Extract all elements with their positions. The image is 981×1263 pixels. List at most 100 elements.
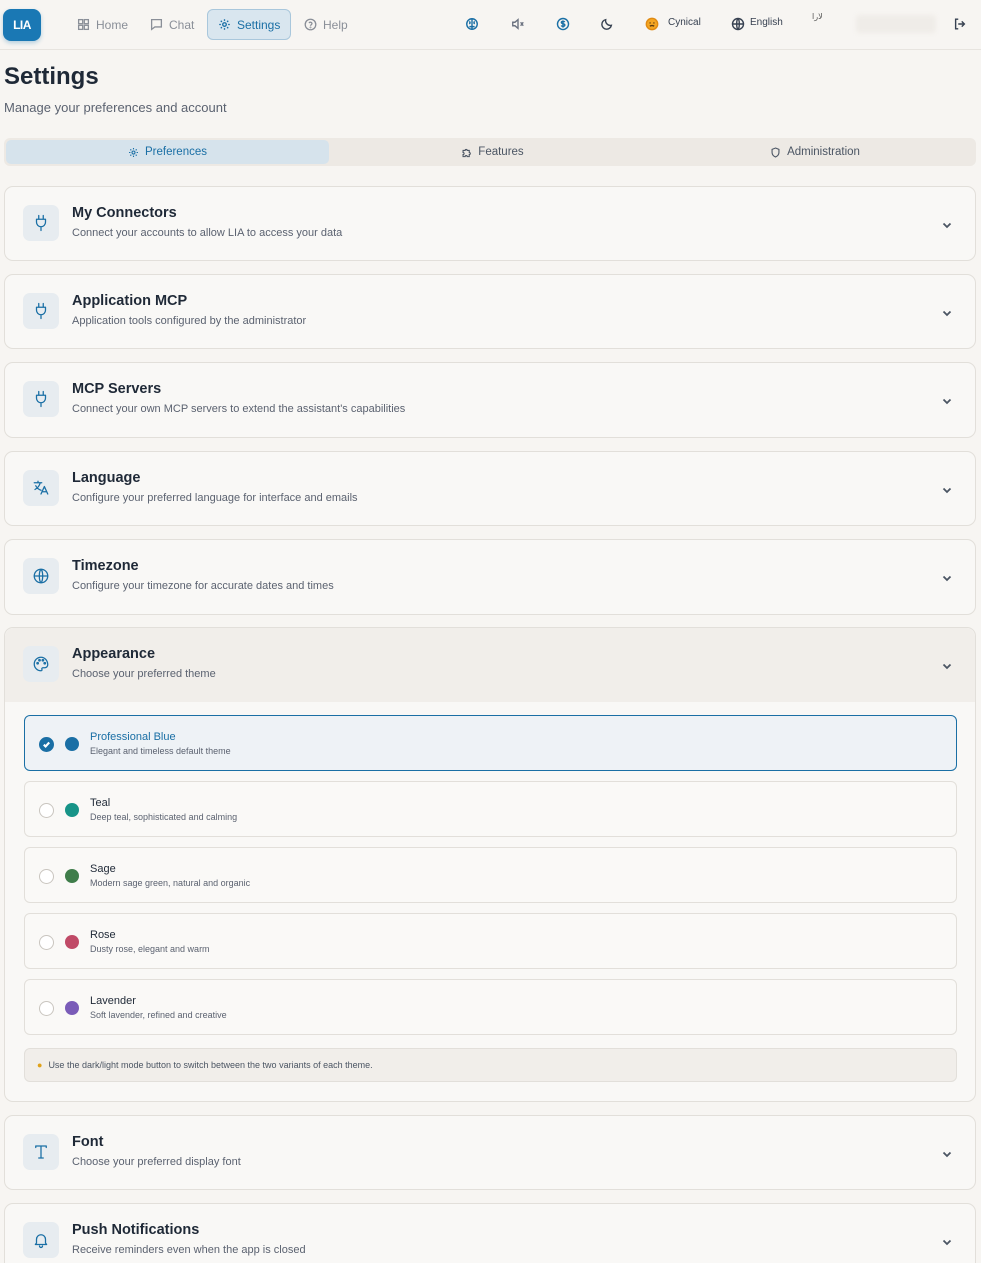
tab-administration-label: Administration: [787, 146, 860, 158]
section-timezone-header[interactable]: Timezone Configure your timezone for acc…: [5, 540, 975, 614]
section-mcp-servers-header[interactable]: MCP Servers Connect your own MCP servers…: [5, 363, 975, 437]
theme-option-teal[interactable]: Teal Deep teal, sophisticated and calmin…: [24, 781, 957, 837]
theme-name: Lavender: [90, 995, 136, 1007]
section-language: Language Configure your preferred langua…: [4, 451, 976, 526]
app-logo[interactable]: LIA: [3, 9, 41, 41]
section-description: Connect your accounts to allow LIA to ac…: [72, 227, 343, 239]
section-push-notifications-header[interactable]: Push Notifications Receive reminders eve…: [5, 1204, 975, 1263]
grid-icon: [77, 18, 90, 31]
check-icon: [43, 741, 50, 749]
color-swatch: [65, 869, 79, 883]
theme-option-rose[interactable]: Rose Dusty rose, elegant and warm: [24, 913, 957, 969]
nav-help-label: Help: [323, 17, 348, 32]
section-title: Appearance: [72, 646, 156, 662]
help-circle-icon: [304, 18, 317, 31]
chevron-down-icon: [941, 218, 953, 230]
radio-unchecked[interactable]: [39, 869, 54, 884]
theme-description: Modern sage green, natural and organic: [90, 878, 251, 888]
chevron-down-icon: [941, 1147, 953, 1159]
language-label[interactable]: English: [750, 17, 783, 28]
theme-option-lavender[interactable]: Lavender Soft lavender, refined and crea…: [24, 979, 957, 1035]
tab-features-label: Features: [478, 146, 524, 158]
brain-icon: [466, 18, 478, 30]
appearance-tip-text: Use the dark/light mode button to switch…: [48, 1060, 373, 1070]
nav-help[interactable]: Help: [294, 9, 358, 40]
radio-unchecked[interactable]: [39, 935, 54, 950]
nav-settings[interactable]: Settings: [207, 9, 292, 40]
section-title: Font: [72, 1134, 104, 1150]
chevron-up-icon: [941, 659, 953, 671]
radio-unchecked[interactable]: [39, 803, 54, 818]
section-description: Configure your timezone for accurate dat…: [72, 580, 334, 592]
appearance-tip: ● Use the dark/light mode button to swit…: [24, 1048, 957, 1082]
tab-administration[interactable]: Administration: [656, 140, 974, 164]
theme-name: Professional Blue: [90, 731, 176, 743]
personality-label[interactable]: Cynical: [668, 17, 701, 28]
chevron-down-icon: [941, 306, 953, 318]
language-selector[interactable]: [730, 16, 746, 32]
tab-features[interactable]: Features: [331, 140, 654, 164]
section-mcp-servers: MCP Servers Connect your own MCP servers…: [4, 362, 976, 438]
nav-chat[interactable]: Chat: [140, 9, 204, 40]
type-icon: [23, 1134, 59, 1170]
volume-mute-icon: [512, 18, 524, 30]
section-title: My Connectors: [72, 205, 177, 221]
theme-name: Rose: [90, 929, 116, 941]
section-appearance: Appearance Choose your preferred theme P…: [4, 627, 976, 1102]
top-bar: LIA Home Chat Settings Help Cynical Engl…: [0, 0, 981, 50]
section-my-connectors-header[interactable]: My Connectors Connect your accounts to a…: [5, 187, 975, 261]
plug-icon: [23, 205, 59, 241]
tab-preferences[interactable]: Preferences: [6, 140, 329, 164]
logout-icon: [954, 18, 966, 30]
chevron-down-icon: [941, 571, 953, 583]
color-swatch: [65, 803, 79, 817]
section-description: Connect your own MCP servers to extend t…: [72, 403, 406, 415]
theme-description: Elegant and timeless default theme: [90, 746, 231, 756]
section-font: Font Choose your preferred display font: [4, 1115, 976, 1190]
section-description: Choose your preferred theme: [72, 668, 216, 680]
nav-settings-label: Settings: [237, 17, 281, 32]
section-my-connectors: My Connectors Connect your accounts to a…: [4, 186, 976, 261]
chevron-down-icon: [941, 394, 953, 406]
theme-description: Soft lavender, refined and creative: [90, 1010, 227, 1020]
page-title: Settings: [4, 63, 99, 90]
translate-icon: [23, 470, 59, 506]
theme-option-sage[interactable]: Sage Modern sage green, natural and orga…: [24, 847, 957, 903]
logout-button[interactable]: [952, 16, 968, 32]
mute-toggle[interactable]: [510, 16, 526, 32]
theme-description: Dusty rose, elegant and warm: [90, 944, 210, 954]
shield-icon: [771, 146, 780, 158]
tab-preferences-label: Preferences: [144, 146, 207, 158]
cost-toggle[interactable]: [555, 16, 571, 32]
globe-icon: [23, 558, 59, 594]
gear-icon: [129, 147, 138, 157]
radio-unchecked[interactable]: [39, 1001, 54, 1016]
section-title: MCP Servers: [72, 381, 162, 397]
theme-option-professional-blue[interactable]: Professional Blue Elegant and timeless d…: [24, 715, 957, 771]
section-appearance-header[interactable]: Appearance Choose your preferred theme: [5, 628, 975, 702]
section-title: Application MCP: [72, 293, 188, 309]
section-title: Push Notifications: [72, 1222, 200, 1238]
theme-name: Sage: [90, 863, 116, 875]
chevron-down-icon: [941, 483, 953, 495]
brain-toggle[interactable]: [464, 16, 480, 32]
theme-name: Teal: [90, 797, 111, 809]
user-avatar[interactable]: لارا: [812, 12, 838, 38]
page-subtitle: Manage your preferences and account: [4, 100, 227, 115]
section-font-header[interactable]: Font Choose your preferred display font: [5, 1116, 975, 1190]
section-language-header[interactable]: Language Configure your preferred langua…: [5, 452, 975, 526]
chevron-down-icon: [941, 1235, 953, 1247]
nav-home[interactable]: Home: [67, 9, 138, 40]
section-application-mcp: Application MCP Application tools config…: [4, 274, 976, 349]
dark-mode-toggle[interactable]: [599, 16, 615, 32]
puzzle-icon: [462, 148, 472, 157]
user-name-redacted: [856, 15, 936, 33]
section-title: Language: [72, 470, 141, 486]
moon-icon: [601, 18, 613, 30]
radio-checked[interactable]: [39, 737, 54, 752]
section-application-mcp-header[interactable]: Application MCP Application tools config…: [5, 275, 975, 349]
dollar-circle-icon: [556, 17, 570, 31]
nav-chat-label: Chat: [169, 17, 195, 32]
personality-emoji-icon[interactable]: [644, 16, 660, 32]
gear-icon: [219, 19, 230, 30]
